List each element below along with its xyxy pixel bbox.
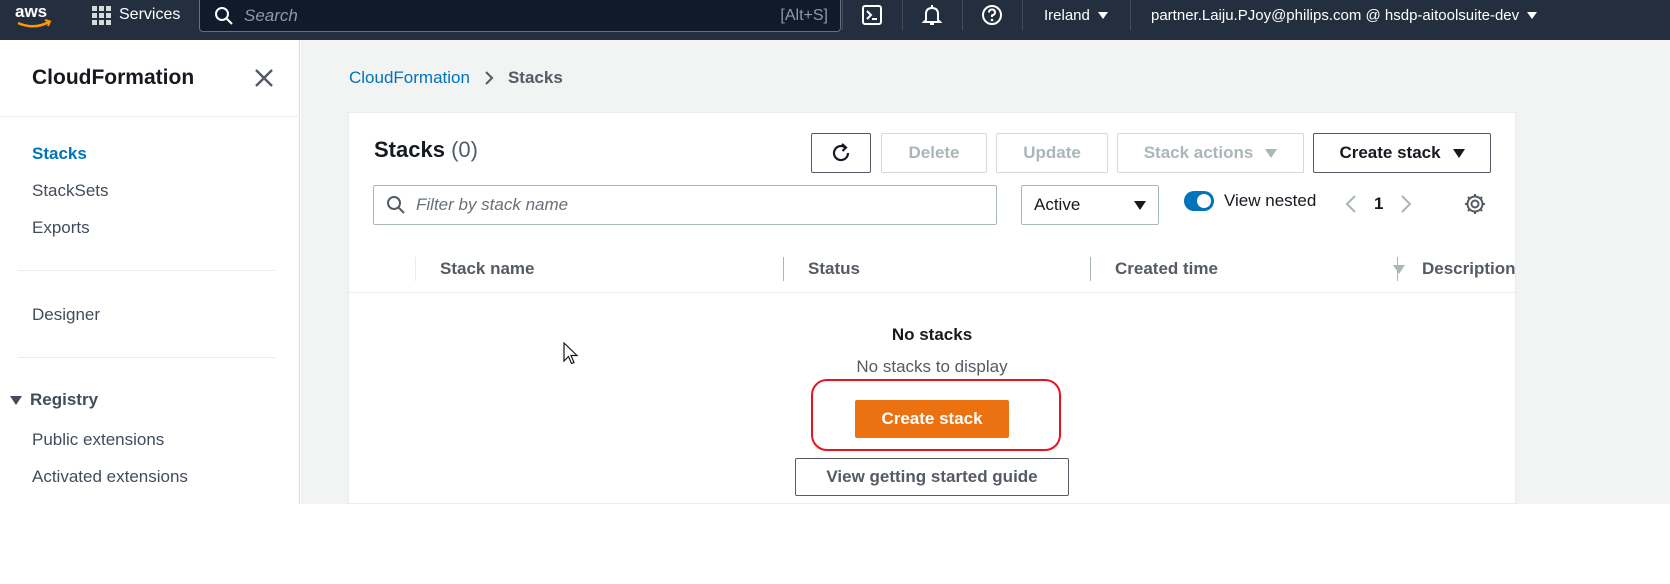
created-time-label: Created time [1115,259,1218,278]
nav-divider [902,0,903,30]
gear-icon[interactable] [1463,192,1487,216]
search-icon [387,196,405,214]
help-icon[interactable] [972,0,1012,30]
sidebar-item-public-extensions[interactable]: Public extensions [32,430,164,450]
stack-actions-button[interactable]: Stack actions [1117,133,1304,173]
sidebar-divider [18,270,276,271]
caret-down-icon [1452,148,1465,158]
column-header-created-time[interactable]: Created time [1115,245,1405,293]
account-menu[interactable]: partner.Laiju.PJoy@philips.com @ hsdp-ai… [1151,0,1538,30]
caret-down-icon [1527,11,1538,19]
stacks-panel: Stacks (0) Delete Update Stack actions C… [348,112,1516,504]
notifications-icon[interactable] [912,0,952,30]
breadcrumb-current: Stacks [507,68,563,87]
stack-filter[interactable] [373,185,997,225]
main-content: CloudFormation Stacks Stacks (0) Delete … [301,40,1670,504]
breadcrumb-link-cloudformation[interactable]: CloudFormation [349,68,470,88]
caret-down-icon [1134,200,1146,210]
status-filter-value: Active [1034,195,1081,214]
search-input[interactable] [244,5,781,26]
top-navigation: aws Services [Alt+S] [0,0,1670,40]
view-nested-label: View nested [1224,191,1317,210]
side-navigation: CloudFormation Stacks StackSets Exports … [0,40,300,504]
refresh-icon [832,143,850,162]
nav-divider [1130,0,1131,30]
sidebar-divider [0,116,300,117]
nav-divider [842,0,843,30]
create-stack-dropdown-button[interactable]: Create stack [1313,133,1491,173]
nav-divider [1022,0,1023,30]
chevron-left-icon[interactable] [1344,193,1358,215]
empty-state-title: No stacks [891,325,973,344]
empty-state-subtitle: No stacks to display [856,357,1008,376]
registry-label: Registry [30,390,99,409]
cloudshell-icon[interactable] [852,0,892,30]
pagination: 1 [1344,193,1413,215]
update-button[interactable]: Update [996,133,1108,173]
region-selector[interactable]: Ireland [1044,0,1108,30]
panel-title: Stacks [374,137,445,162]
current-page[interactable]: 1 [1374,194,1383,214]
caret-down-icon [1265,148,1278,158]
view-nested-toggle[interactable] [1184,191,1214,211]
table-header: Stack name Status Created time Descripti… [349,245,1516,293]
sidebar-section-registry[interactable]: Registry [10,390,98,410]
sidebar-item-stacks[interactable]: Stacks [32,144,87,164]
view-getting-started-guide-button[interactable]: View getting started guide [795,458,1069,496]
column-separator[interactable] [1090,257,1091,281]
sidebar-item-stacksets[interactable]: StackSets [32,181,109,201]
page-title: Stacks (0) [374,137,478,163]
stack-actions-label: Stack actions [1143,143,1254,162]
grid-icon [92,5,111,25]
create-stack-button[interactable]: Create stack [855,400,1009,438]
caret-down-icon [1097,11,1108,19]
services-menu[interactable]: Services [92,0,180,30]
search-shortcut-hint: [Alt+S] [780,6,828,24]
filter-input[interactable] [416,195,996,215]
sort-descending-icon[interactable] [1393,264,1405,274]
sidebar-divider [18,357,276,358]
column-header-status[interactable]: Status [808,245,860,293]
nav-divider [962,0,963,30]
sidebar-item-designer[interactable]: Designer [32,305,100,325]
column-header-stack-name[interactable]: Stack name [440,245,535,293]
region-label: Ireland [1044,6,1090,24]
column-separator[interactable] [1397,257,1398,281]
services-label: Services [119,6,181,23]
aws-logo-text: aws [15,2,47,21]
sidebar-item-activated-extensions[interactable]: Activated extensions [32,467,188,487]
global-search[interactable]: [Alt+S] [199,0,841,32]
status-filter-select[interactable]: Active [1021,185,1159,225]
aws-logo[interactable]: aws [14,0,54,34]
account-label: partner.Laiju.PJoy@philips.com @ hsdp-ai… [1151,6,1520,24]
view-nested-toggle-group: View nested [1184,191,1316,211]
column-separator [415,257,416,281]
delete-button[interactable]: Delete [881,133,987,173]
column-separator[interactable] [783,257,784,281]
sidebar-item-exports[interactable]: Exports [32,218,90,238]
stack-count: (0) [451,137,478,162]
create-stack-label: Create stack [1339,143,1441,162]
chevron-right-icon[interactable] [1399,193,1413,215]
chevron-right-icon [485,71,494,85]
caret-down-icon [10,395,22,405]
refresh-button[interactable] [811,133,871,173]
breadcrumb: CloudFormation Stacks [349,68,563,88]
sidebar-title[interactable]: CloudFormation [32,66,194,90]
close-icon[interactable] [252,66,276,90]
search-icon [215,6,233,25]
column-header-description[interactable]: Description [1422,245,1516,293]
